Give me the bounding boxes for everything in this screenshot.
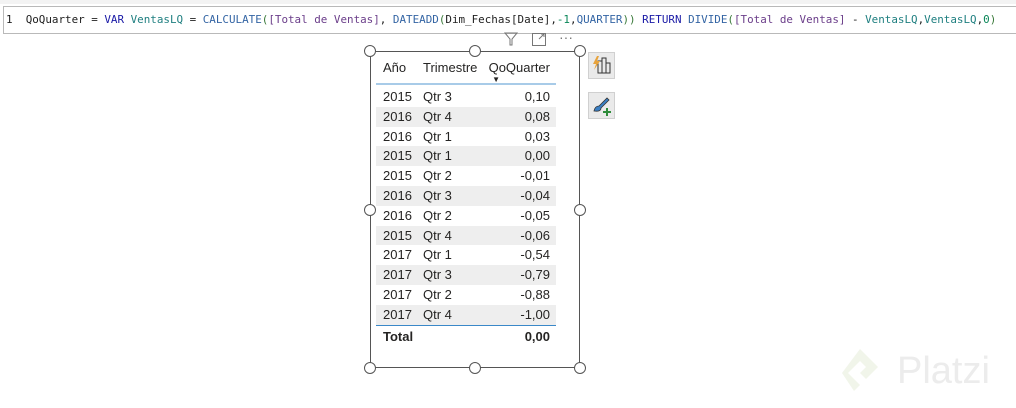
table-header: Año Trimestre QoQuarter ▼ <box>376 56 556 85</box>
cell-ano: 2017 <box>383 247 412 263</box>
table-row[interactable]: 2015 Qtr 2 -0,01 <box>376 166 556 186</box>
table-row[interactable]: 2017 Qtr 1 -0,54 <box>376 245 556 265</box>
cell-trimestre: Qtr 3 <box>423 267 452 283</box>
cell-trimestre: Qtr 3 <box>423 187 452 203</box>
formula-token: QUARTER <box>576 13 623 26</box>
cell-qoquarter: -0,54 <box>520 247 550 263</box>
cell-qoquarter: 0,03 <box>524 128 550 144</box>
header-trimestre[interactable]: Trimestre <box>423 60 477 75</box>
line-number: 1 <box>6 13 13 26</box>
formula-token: DATEADD <box>392 13 439 26</box>
cell-qoquarter: 0,10 <box>524 89 550 104</box>
platzi-logo-icon <box>842 349 878 391</box>
resize-handle[interactable] <box>574 204 586 216</box>
resize-handle[interactable] <box>574 45 586 57</box>
cell-trimestre: Qtr 3 <box>423 89 452 104</box>
focus-mode-icon[interactable] <box>532 33 546 49</box>
cell-ano: 2015 <box>383 168 412 184</box>
cell-ano: 2015 <box>383 148 412 164</box>
cell-trimestre: Qtr 4 <box>423 227 452 243</box>
cell-ano: 2017 <box>383 267 412 283</box>
formula-token: QoQuarter = <box>25 13 105 26</box>
cell-qoquarter: -0,01 <box>520 168 550 184</box>
more-options-icon[interactable]: ··· <box>559 29 573 45</box>
cell-ano: 2016 <box>383 207 412 223</box>
cell-qoquarter: -1,00 <box>520 306 550 322</box>
formula-token: ) <box>989 13 997 26</box>
cell-ano: 2017 <box>383 306 412 322</box>
total-row: Total 0,00 <box>376 324 556 348</box>
cell-qoquarter: -0,04 <box>520 187 550 203</box>
table-row[interactable]: 2017 Qtr 3 -0,79 <box>376 265 556 285</box>
formula-token: VentasLQ <box>130 13 184 26</box>
brush-plus-icon <box>593 97 611 116</box>
data-table: Año Trimestre QoQuarter ▼ 2015 Qtr 3 0,10 2… <box>376 56 556 348</box>
analytics-chart-icon <box>593 56 611 74</box>
cell-qoquarter: 0,08 <box>524 108 550 124</box>
cell-trimestre: Qtr 1 <box>423 148 452 164</box>
formula-token: CALCULATE <box>202 13 262 26</box>
formula-token: VentasLQ <box>924 13 977 26</box>
cell-qoquarter: -0,05 <box>520 207 550 223</box>
cell-qoquarter: -0,88 <box>520 286 550 302</box>
formula-token: VentasLQ <box>865 13 918 26</box>
sort-descending-icon: ▼ <box>492 75 500 84</box>
cell-trimestre: Qtr 1 <box>423 128 452 144</box>
cell-qoquarter: -0,06 <box>520 227 550 243</box>
cell-qoquarter: 0,00 <box>524 148 550 164</box>
cell-trimestre: Qtr 4 <box>423 108 452 124</box>
cell-trimestre: Qtr 2 <box>423 168 452 184</box>
cell-ano: 2017 <box>383 286 412 302</box>
table-row[interactable]: 2015 Qtr 1 0,00 <box>376 146 556 167</box>
resize-handle[interactable] <box>574 362 586 374</box>
cell-ano: 2015 <box>383 227 412 243</box>
formula-token: DIVIDE <box>688 13 728 26</box>
format-painter-button[interactable] <box>588 92 615 119</box>
formula-text[interactable]: QoQuarter = VAR VentasLQ = CALCULATE([To… <box>26 13 997 26</box>
table-row[interactable]: 2016 Qtr 4 0,08 <box>376 106 556 127</box>
formula-token: Dim_Fechas[Date] <box>445 13 551 26</box>
total-value: 0,00 <box>524 328 550 344</box>
ribbon-edge <box>0 0 1016 4</box>
cell-qoquarter: -0,79 <box>520 267 550 283</box>
formula-token: )) <box>622 13 636 26</box>
cell-trimestre: Qtr 1 <box>423 247 452 263</box>
total-label: Total <box>383 328 414 344</box>
header-ano[interactable]: Año <box>383 60 406 75</box>
resize-handle[interactable] <box>364 362 376 374</box>
formula-token: , <box>379 13 393 26</box>
table-row[interactable]: 2015 Qtr 4 -0,06 <box>376 225 556 246</box>
cell-trimestre: Qtr 4 <box>423 306 452 322</box>
table-row[interactable]: 2016 Qtr 3 -0,04 <box>376 185 556 206</box>
table-row[interactable]: 2017 Qtr 4 -1,00 <box>376 304 556 325</box>
cell-ano: 2016 <box>383 187 412 203</box>
table-row[interactable]: 2017 Qtr 2 -0,88 <box>376 285 556 305</box>
filter-icon[interactable] <box>503 32 519 49</box>
table-row[interactable]: 2015 Qtr 3 0,10 <box>376 87 556 107</box>
cell-trimestre: Qtr 2 <box>423 207 452 223</box>
formula-token: RETURN <box>642 13 682 26</box>
cell-trimestre: Qtr 2 <box>423 286 452 302</box>
resize-handle[interactable] <box>469 362 481 374</box>
resize-handle[interactable] <box>364 45 376 57</box>
formula-token: [Total de Ventas] <box>268 13 380 26</box>
header-qoquarter[interactable]: QoQuarter <box>489 60 550 75</box>
formula-token: [Total de Ventas] <box>733 13 846 26</box>
cell-ano: 2016 <box>383 108 412 124</box>
formula-token: - <box>845 13 866 26</box>
formula-token: -1 <box>556 13 570 26</box>
table-row[interactable]: 2016 Qtr 1 0,03 <box>376 127 556 147</box>
formula-token: VAR <box>104 13 125 26</box>
cell-ano: 2016 <box>383 128 412 144</box>
platzi-watermark: Platzi <box>897 350 990 392</box>
cell-ano: 2015 <box>383 89 412 104</box>
resize-handle[interactable] <box>364 204 376 216</box>
formula-token: = <box>183 13 203 26</box>
table-row[interactable]: 2016 Qtr 2 -0,05 <box>376 206 556 226</box>
formula-bar[interactable]: 1 QoQuarter = VAR VentasLQ = CALCULATE([… <box>3 6 1016 34</box>
quick-insights-button[interactable] <box>588 52 615 79</box>
